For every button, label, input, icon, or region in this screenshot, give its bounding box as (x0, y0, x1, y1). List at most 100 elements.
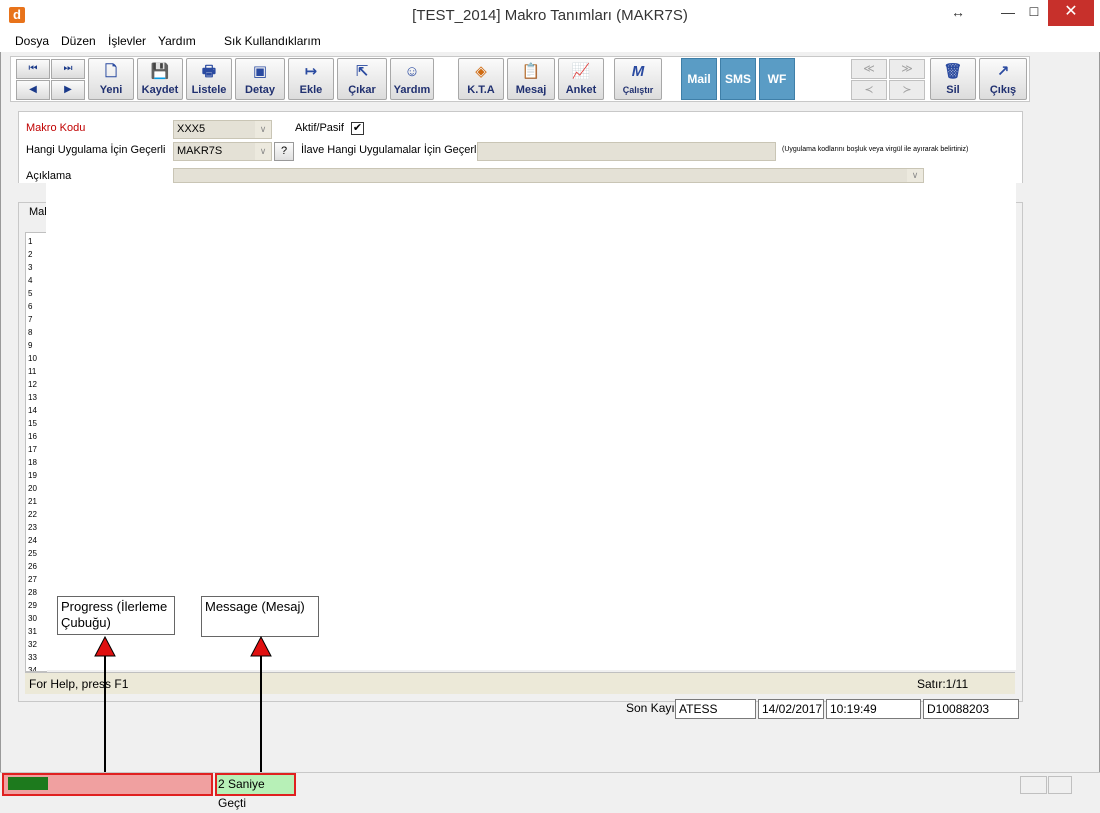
next-record-button[interactable]: ▶ (51, 80, 85, 100)
menu-yardim[interactable]: Yardım (158, 34, 196, 48)
remove-row-icon: ⇱ (355, 63, 369, 80)
line-number: 22 (28, 510, 37, 519)
delete-button-label: Sil (946, 84, 960, 96)
valid-app-value: MAKR7S (177, 145, 223, 157)
status-panel-2 (1048, 776, 1072, 794)
kta-button-label: K.T.A (467, 84, 495, 96)
kta-button[interactable]: ◈ K.T.A (458, 58, 504, 100)
last-time-field: 10:19:49 (826, 699, 921, 719)
line-number: 25 (28, 549, 37, 558)
line-number: 29 (28, 601, 37, 610)
minimize-button[interactable]: — (995, 0, 1021, 26)
scroll-up-left-button[interactable]: ≪ (851, 59, 887, 79)
add-button[interactable]: ↦ Ekle (288, 58, 334, 100)
message-button[interactable]: 📋 Mesaj (507, 58, 555, 100)
menu-duzen[interactable]: Düzen (61, 34, 96, 48)
last-date-field: 14/02/2017 (758, 699, 824, 719)
menu-dosya[interactable]: Dosya (15, 34, 49, 48)
message-button-label: Mesaj (515, 84, 547, 96)
remove-button[interactable]: ⇱ Çıkar (337, 58, 387, 100)
exit-button-label: Çıkış (989, 84, 1017, 96)
new-button[interactable]: 🗋 Yeni (88, 58, 134, 100)
line-number: 30 (28, 614, 37, 623)
add-row-icon: ↦ (304, 63, 318, 80)
line-number: 24 (28, 536, 37, 545)
tab-macro[interactable]: Mal (29, 206, 47, 218)
chevron-down-icon[interactable]: ∨ (255, 143, 271, 160)
line-number: 33 (28, 653, 37, 662)
status-panel-1 (1020, 776, 1047, 794)
save-icon: 💾 (150, 63, 170, 80)
help-hint-text: For Help, press F1 (29, 677, 129, 691)
detail-button[interactable]: ▣ Detay (235, 58, 285, 100)
resize-icon[interactable]: ↔ (940, 0, 976, 26)
additional-apps-hint: (Uygulama kodlarını boşluk veya virgül i… (782, 146, 969, 153)
valid-app-label: Hangi Uygulama İçin Geçerli (26, 144, 166, 156)
line-number: 8 (28, 328, 33, 337)
macro-code-label: Makro Kodu (26, 122, 86, 134)
last-user-field: ATESS (675, 699, 756, 719)
first-record-button[interactable]: ⏮ (16, 59, 50, 79)
list-button[interactable]: 🖶 Listele (186, 58, 232, 100)
chevron-down-icon[interactable]: ∨ (255, 121, 271, 138)
line-number: 20 (28, 484, 37, 493)
mail-button[interactable]: Mail (681, 58, 717, 100)
line-number: 21 (28, 497, 37, 506)
line-number: 12 (28, 380, 37, 389)
active-checkbox[interactable]: ✔ (351, 122, 364, 135)
menu-islevler[interactable]: İşlevler (108, 34, 146, 48)
new-button-label: Yeni (99, 84, 123, 96)
additional-apps-input[interactable] (477, 142, 776, 161)
sms-button[interactable]: SMS (720, 58, 756, 100)
maximize-button[interactable]: ☐ (1021, 0, 1047, 26)
list-button-label: Listele (191, 84, 227, 96)
help-toolbar-label: Yardım (393, 84, 431, 96)
survey-button-label: Anket (565, 84, 597, 96)
last-record-button[interactable]: ⏭ (51, 59, 85, 79)
macro-code-value: XXX5 (177, 123, 206, 135)
app-lookup-button[interactable]: ? (274, 142, 294, 161)
save-button[interactable]: 💾 Kaydet (137, 58, 183, 100)
macro-m-icon: M (631, 63, 645, 80)
last-record-label: Son Kayıt (626, 701, 679, 715)
line-number: 27 (28, 575, 37, 584)
line-number: 3 (28, 263, 33, 272)
close-button[interactable]: ✕ (1048, 0, 1094, 26)
survey-button[interactable]: 📈 Anket (558, 58, 604, 100)
save-button-label: Kaydet (141, 84, 179, 96)
help-toolbar-button[interactable]: ☺ Yardım (390, 58, 434, 100)
scroll-down-right-button[interactable]: ≻ (889, 80, 925, 100)
previous-record-button[interactable]: ◀ (16, 80, 50, 100)
line-number: 1 (28, 237, 33, 246)
line-number: 19 (28, 471, 37, 480)
line-number: 15 (28, 419, 37, 428)
printer-icon: 🖶 (201, 63, 217, 80)
line-number: 7 (28, 315, 33, 324)
clipboard-icon: 📋 (521, 63, 541, 80)
scroll-up-right-button[interactable]: ≫ (889, 59, 925, 79)
valid-app-combo[interactable]: MAKR7S ∨ (173, 142, 272, 161)
delete-button[interactable]: 🗑 Sil (930, 58, 976, 100)
progress-callout: Progress (İlerleme Çubuğu) (57, 596, 175, 635)
line-number: 2 (28, 250, 33, 259)
macro-code-editor[interactable] (46, 183, 1016, 670)
line-number: 10 (28, 354, 37, 363)
editor-status-bar (25, 672, 1015, 694)
last-record-id-field: D10088203 (923, 699, 1019, 719)
line-number: 23 (28, 523, 37, 532)
status-message: 2 Saniye Geçti (215, 773, 296, 810)
line-number: 14 (28, 406, 37, 415)
scroll-down-left-button[interactable]: ≺ (851, 80, 887, 100)
trash-icon: 🗑 (943, 63, 963, 80)
exit-button[interactable]: ↗ Çıkış (979, 58, 1027, 100)
description-input[interactable]: ∨ (173, 168, 924, 183)
workflow-button[interactable]: WF (759, 58, 795, 100)
chevron-down-icon[interactable]: ∨ (907, 169, 923, 182)
run-button[interactable]: M Çalıştır (614, 58, 662, 100)
macro-code-combo[interactable]: XXX5 ∨ (173, 120, 272, 139)
line-number: 18 (28, 458, 37, 467)
message-callout: Message (Mesaj) (201, 596, 319, 637)
additional-apps-label: İlave Hangi Uygulamalar İçin Geçerli (301, 144, 479, 156)
menu-sik-kullandiklarim[interactable]: Sık Kullandıklarım (224, 34, 321, 48)
remove-button-label: Çıkar (348, 84, 376, 96)
